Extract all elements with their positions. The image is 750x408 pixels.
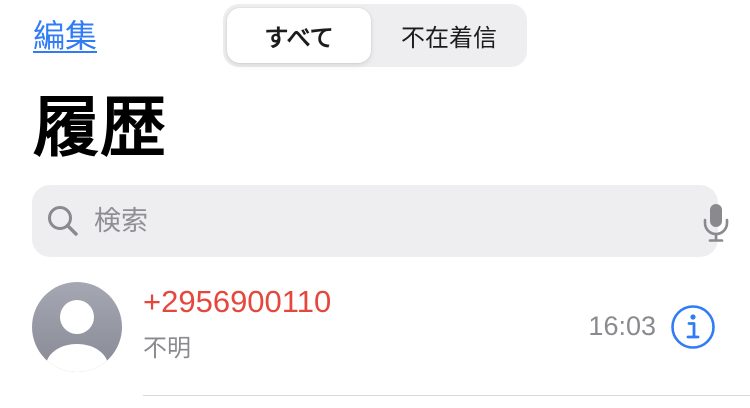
segment-all[interactable]: すべて: [227, 8, 371, 63]
filter-segmented-control: すべて 不在着信: [223, 4, 527, 67]
search-icon: [48, 206, 78, 236]
microphone-icon[interactable]: [700, 201, 732, 243]
call-type-label: 不明: [143, 334, 191, 362]
call-list-item[interactable]: +2956900110 不明 16:03: [0, 270, 750, 396]
recents-screen: 編集 すべて 不在着信 履歴 検索 +2956900110 不明 16:03: [0, 0, 750, 408]
row-separator: [143, 395, 750, 396]
info-icon[interactable]: [670, 304, 716, 350]
avatar-icon: [32, 282, 122, 372]
search-input[interactable]: [94, 199, 654, 243]
edit-button[interactable]: 編集: [33, 14, 97, 58]
page-title: 履歴: [33, 89, 167, 166]
call-time: 16:03: [588, 311, 656, 341]
segment-missed[interactable]: 不在着信: [375, 8, 523, 63]
search-bar[interactable]: [32, 185, 729, 257]
caller-number: +2956900110: [143, 284, 332, 319]
